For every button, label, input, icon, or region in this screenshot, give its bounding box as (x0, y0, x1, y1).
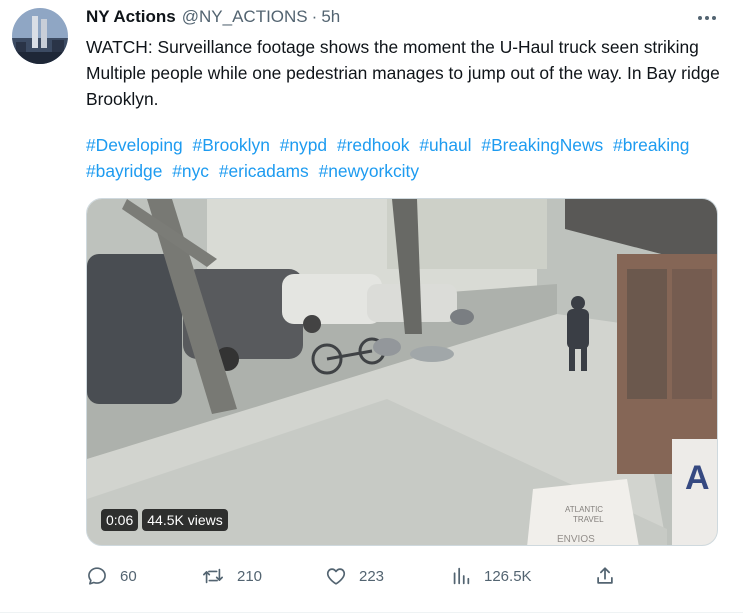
share-button[interactable] (594, 562, 616, 590)
hashtag-link[interactable]: #ericadams (219, 161, 309, 181)
action-bar: 60 210 223 126.5K (86, 562, 626, 590)
video-frame: A ATLANTIC TRAVEL ENVIOS (87, 199, 717, 545)
video-duration: 0:06 (101, 509, 139, 531)
retweet-button[interactable]: 210 (201, 562, 262, 590)
hashtag-list: #Developing #Brooklyn #nypd #redhook #uh… (86, 132, 726, 184)
like-button[interactable]: 223 (325, 562, 384, 590)
heart-icon (326, 568, 346, 585)
tweet[interactable]: NY Actions @NY_ACTIONS · 5h WATCH: Surve… (0, 0, 743, 613)
hashtag-link[interactable]: #nypd (280, 135, 327, 155)
author-handle[interactable]: @NY_ACTIONS (182, 7, 308, 27)
video-views: 44.5K views (142, 509, 228, 531)
hashtag-link[interactable]: #bayridge (86, 161, 162, 181)
video-player[interactable]: A ATLANTIC TRAVEL ENVIOS 0:06 44.5K view… (86, 198, 718, 546)
author-name[interactable]: NY Actions (86, 7, 176, 27)
hashtag-link[interactable]: #Brooklyn (193, 135, 270, 155)
retweet-count: 210 (237, 567, 263, 585)
more-button[interactable] (694, 6, 720, 30)
separator-dot: · (311, 7, 318, 26)
tweet-time[interactable]: 5h (321, 7, 340, 27)
more-dots-icon (698, 16, 716, 20)
share-icon (597, 567, 613, 584)
hashtag-link[interactable]: #nyc (172, 161, 209, 181)
bar-chart-icon (453, 567, 470, 585)
views-count: 126.5K (484, 567, 532, 585)
hashtag-link[interactable]: #Developing (86, 135, 183, 155)
hashtag-link[interactable]: #newyorkcity (319, 161, 420, 181)
hashtag-link[interactable]: #uhaul (419, 135, 471, 155)
hashtag-link[interactable]: #BreakingNews (481, 135, 603, 155)
tweet-header: NY Actions @NY_ACTIONS · 5h (86, 7, 340, 29)
hashtag-link[interactable]: #breaking (613, 135, 689, 155)
avatar[interactable] (12, 8, 68, 64)
like-count: 223 (359, 567, 385, 585)
retweet-icon (203, 568, 223, 584)
tweet-text: WATCH: Surveillance footage shows the mo… (86, 37, 720, 109)
views-button[interactable]: 126.5K (450, 562, 532, 590)
reply-button[interactable]: 60 (86, 562, 137, 590)
hashtag-link[interactable]: #redhook (337, 135, 410, 155)
reply-count: 60 (120, 567, 137, 585)
reply-icon (88, 567, 106, 585)
video-badges: 0:06 44.5K views (101, 509, 228, 531)
